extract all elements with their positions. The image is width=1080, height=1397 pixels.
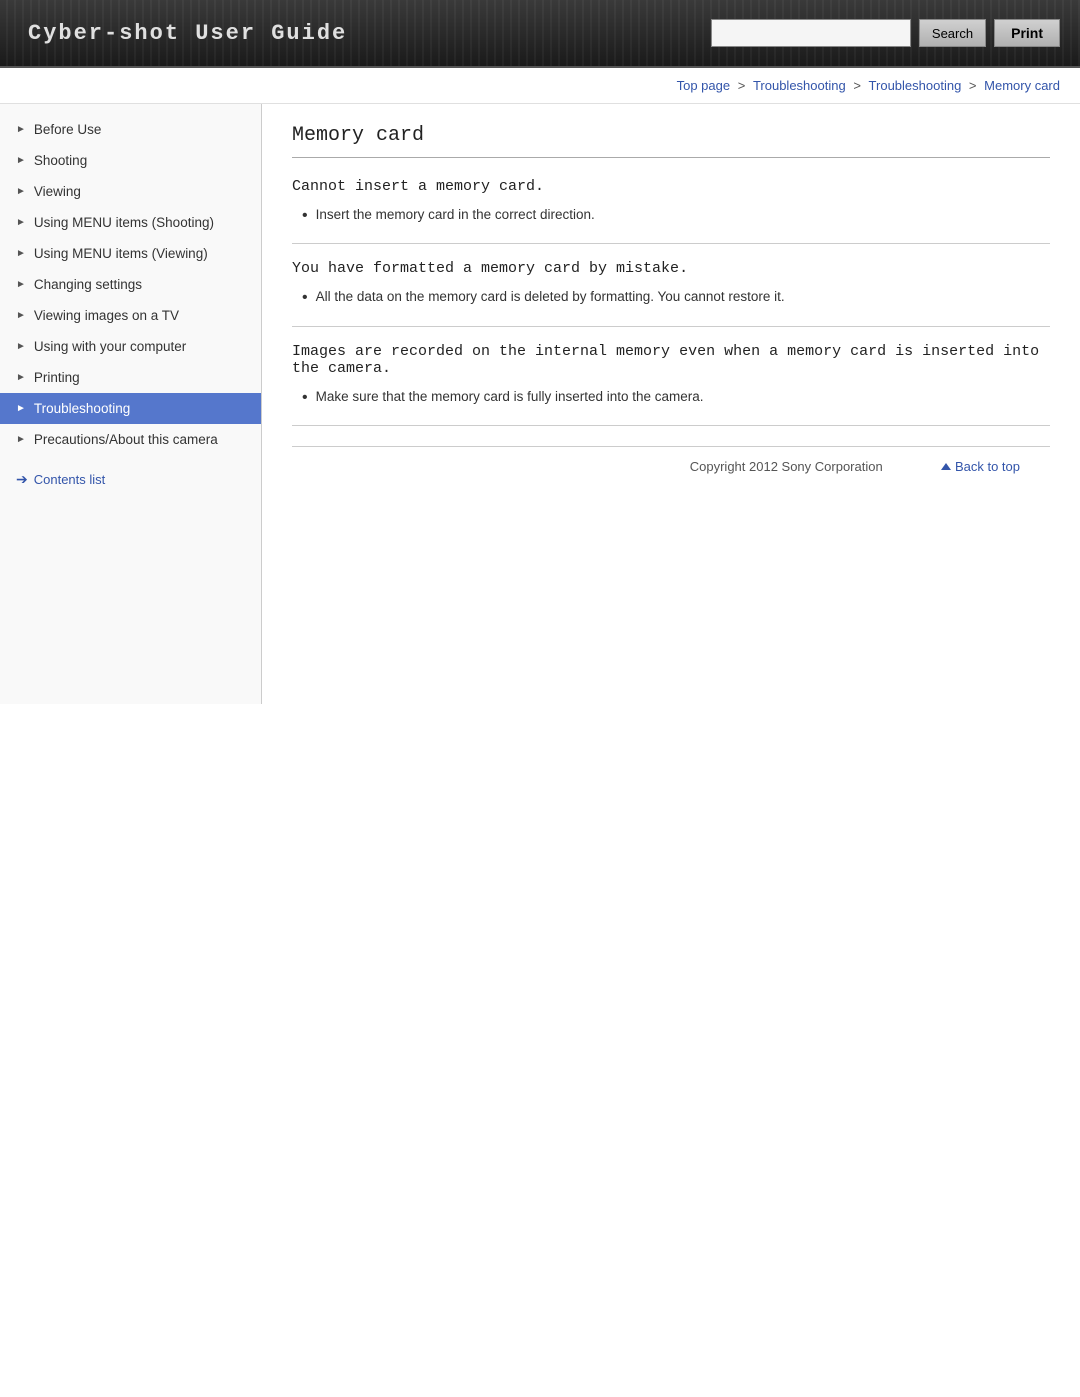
sidebar-item-using-menu-shooting[interactable]: ► Using MENU items (Shooting) (0, 207, 261, 238)
sidebar-item-changing-settings[interactable]: ► Changing settings (0, 269, 261, 300)
sidebar-item-precautions[interactable]: ► Precautions/About this camera (0, 424, 261, 455)
sidebar-item-viewing[interactable]: ► Viewing (0, 176, 261, 207)
back-to-top-label: Back to top (955, 459, 1020, 474)
sidebar-item-label: Using MENU items (Viewing) (34, 246, 208, 261)
bullet-item: • Insert the memory card in the correct … (292, 205, 1050, 227)
bullet-icon: • (302, 287, 308, 309)
sidebar-item-label: Precautions/About this camera (34, 432, 218, 447)
sidebar-item-printing[interactable]: ► Printing (0, 362, 261, 393)
chevron-right-icon: ► (16, 372, 26, 383)
sidebar-item-label: Printing (34, 370, 80, 385)
bottom-bar: Copyright 2012 Sony Corporation Back to … (292, 446, 1050, 486)
breadcrumb-link-top-page[interactable]: Top page (677, 78, 731, 93)
page-title: Memory card (292, 124, 1050, 147)
sidebar-item-label: Using with your computer (34, 339, 186, 354)
chevron-right-icon: ► (16, 279, 26, 290)
sidebar-item-label: Shooting (34, 153, 87, 168)
header: Cyber-shot User Guide Search Print (0, 0, 1080, 68)
sidebar-item-viewing-tv[interactable]: ► Viewing images on a TV (0, 300, 261, 331)
contents-list-link[interactable]: ➔ Contents list (0, 461, 261, 498)
bullet-item: • All the data on the memory card is del… (292, 287, 1050, 309)
section-heading-3: Images are recorded on the internal memo… (292, 343, 1050, 377)
print-button[interactable]: Print (994, 19, 1060, 47)
breadcrumb-separator-2: > (853, 78, 864, 93)
section-divider-3 (292, 425, 1050, 426)
chevron-right-icon: ► (16, 341, 26, 352)
bullet-item: • Make sure that the memory card is full… (292, 387, 1050, 409)
chevron-right-icon: ► (16, 124, 26, 135)
breadcrumb-link-troubleshooting-1[interactable]: Troubleshooting (753, 78, 846, 93)
bullet-icon: • (302, 387, 308, 409)
section-divider-1 (292, 243, 1050, 244)
chevron-right-icon: ► (16, 403, 26, 414)
title-divider (292, 157, 1050, 158)
breadcrumb: Top page > Troubleshooting > Troubleshoo… (0, 68, 1080, 104)
section-divider-2 (292, 326, 1050, 327)
sidebar-item-label: Viewing images on a TV (34, 308, 179, 323)
chevron-right-icon: ► (16, 248, 26, 259)
page-layout: ► Before Use ► Shooting ► Viewing ► Usin… (0, 104, 1080, 704)
sidebar-item-label: Using MENU items (Shooting) (34, 215, 214, 230)
bullet-text: All the data on the memory card is delet… (316, 287, 785, 307)
bullet-text: Insert the memory card in the correct di… (316, 205, 595, 225)
section-cannot-insert: Cannot insert a memory card. • Insert th… (292, 178, 1050, 227)
sidebar-item-before-use[interactable]: ► Before Use (0, 114, 261, 145)
section-internal-memory: Images are recorded on the internal memo… (292, 343, 1050, 409)
chevron-right-icon: ► (16, 155, 26, 166)
chevron-right-icon: ► (16, 310, 26, 321)
sidebar-item-label: Viewing (34, 184, 81, 199)
contents-list-label: Contents list (34, 472, 106, 487)
search-input[interactable] (711, 19, 911, 47)
sidebar-item-using-computer[interactable]: ► Using with your computer (0, 331, 261, 362)
sidebar-item-shooting[interactable]: ► Shooting (0, 145, 261, 176)
section-heading-2: You have formatted a memory card by mist… (292, 260, 1050, 277)
sidebar-item-troubleshooting[interactable]: ► Troubleshooting (0, 393, 261, 424)
app-title: Cyber-shot User Guide (0, 21, 347, 46)
copyright-text: Copyright 2012 Sony Corporation (631, 459, 940, 474)
triangle-up-icon (941, 463, 951, 470)
chevron-right-icon: ► (16, 217, 26, 228)
sidebar: ► Before Use ► Shooting ► Viewing ► Usin… (0, 104, 262, 704)
breadcrumb-link-troubleshooting-2[interactable]: Troubleshooting (869, 78, 962, 93)
chevron-right-icon: ► (16, 434, 26, 445)
breadcrumb-separator-3: > (969, 78, 980, 93)
section-heading-1: Cannot insert a memory card. (292, 178, 1050, 195)
sidebar-item-label: Troubleshooting (34, 401, 130, 416)
chevron-right-icon: ► (16, 186, 26, 197)
sidebar-item-label: Before Use (34, 122, 102, 137)
search-button[interactable]: Search (919, 19, 986, 47)
sidebar-item-using-menu-viewing[interactable]: ► Using MENU items (Viewing) (0, 238, 261, 269)
sidebar-item-label: Changing settings (34, 277, 142, 292)
bullet-text: Make sure that the memory card is fully … (316, 387, 704, 407)
arrow-right-icon: ➔ (16, 471, 28, 488)
section-formatted-mistake: You have formatted a memory card by mist… (292, 260, 1050, 309)
main-content: Memory card Cannot insert a memory card.… (262, 104, 1080, 704)
breadcrumb-link-memory-card[interactable]: Memory card (984, 78, 1060, 93)
bullet-icon: • (302, 205, 308, 227)
breadcrumb-separator-1: > (738, 78, 749, 93)
header-controls: Search Print (711, 19, 1080, 47)
back-to-top-link[interactable]: Back to top (941, 459, 1020, 474)
